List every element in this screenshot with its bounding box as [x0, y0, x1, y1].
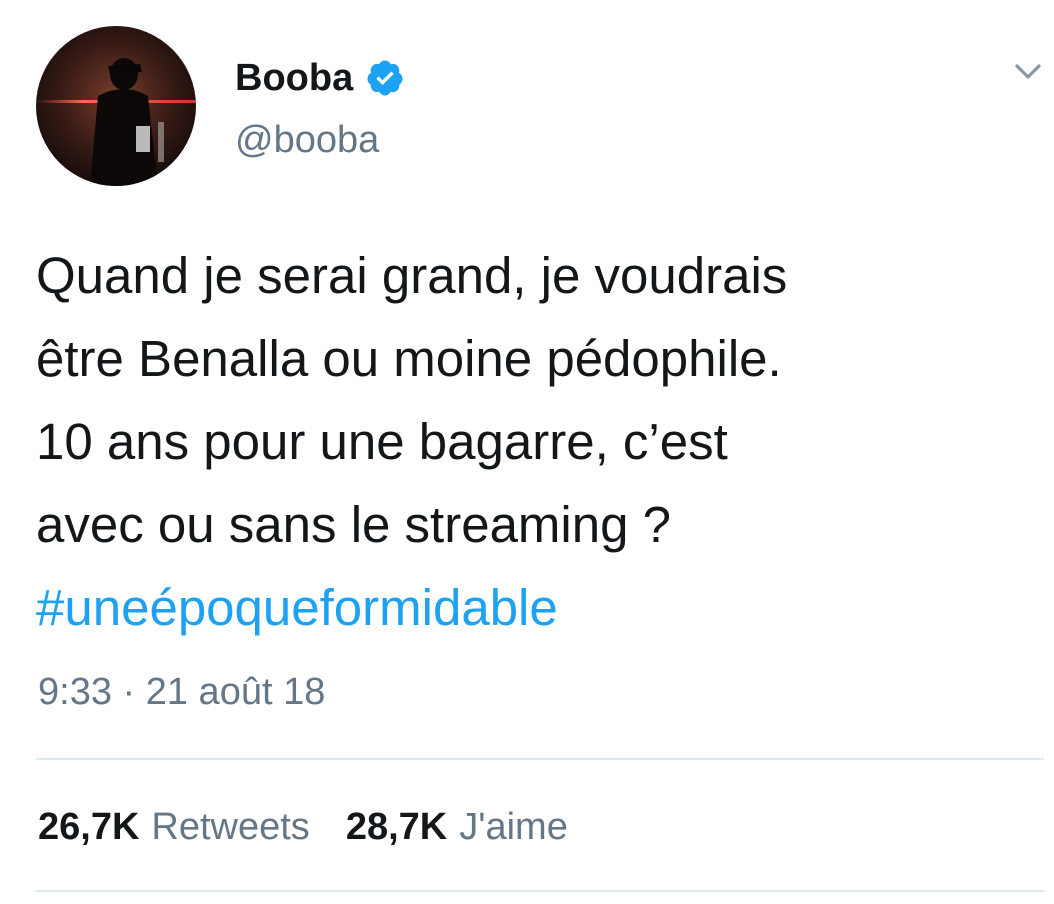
- retweets-stat[interactable]: 26,7K Retweets: [38, 802, 310, 852]
- avatar-image: [36, 26, 196, 186]
- divider: [36, 758, 1044, 760]
- tweet-text-line: être Benalla ou moine pédophile.: [36, 330, 782, 387]
- tweet-text-line: 10 ans pour une bagarre, c’est: [36, 413, 728, 470]
- tweet-text-line: Quand je serai grand, je voudrais: [36, 247, 788, 304]
- tweet-text-line: avec ou sans le streaming ?: [36, 496, 672, 553]
- tweet-text: Quand je serai grand, je voudrais être B…: [36, 234, 1036, 649]
- divider: [36, 890, 1044, 892]
- author-handle[interactable]: @booba: [235, 116, 379, 164]
- author-display-name[interactable]: Booba: [235, 54, 353, 102]
- avatar[interactable]: [36, 26, 196, 186]
- tweet-timestamp[interactable]: 9:33 · 21 août 18: [38, 668, 325, 716]
- hashtag-link[interactable]: #uneépoqueformidable: [36, 566, 1036, 649]
- likes-count: 28,7K: [345, 806, 448, 848]
- retweets-count: 26,7K: [38, 806, 140, 848]
- retweets-label: Retweets: [151, 806, 310, 848]
- chevron-down-icon[interactable]: [1008, 52, 1048, 92]
- author-name-row: Booba: [235, 54, 405, 102]
- likes-stat[interactable]: 28,7K J'aime: [346, 802, 568, 852]
- verified-badge-icon: [367, 60, 403, 96]
- likes-label: J'aime: [459, 806, 568, 848]
- tweet-stats: 26,7K Retweets 28,7K J'aime: [38, 802, 604, 852]
